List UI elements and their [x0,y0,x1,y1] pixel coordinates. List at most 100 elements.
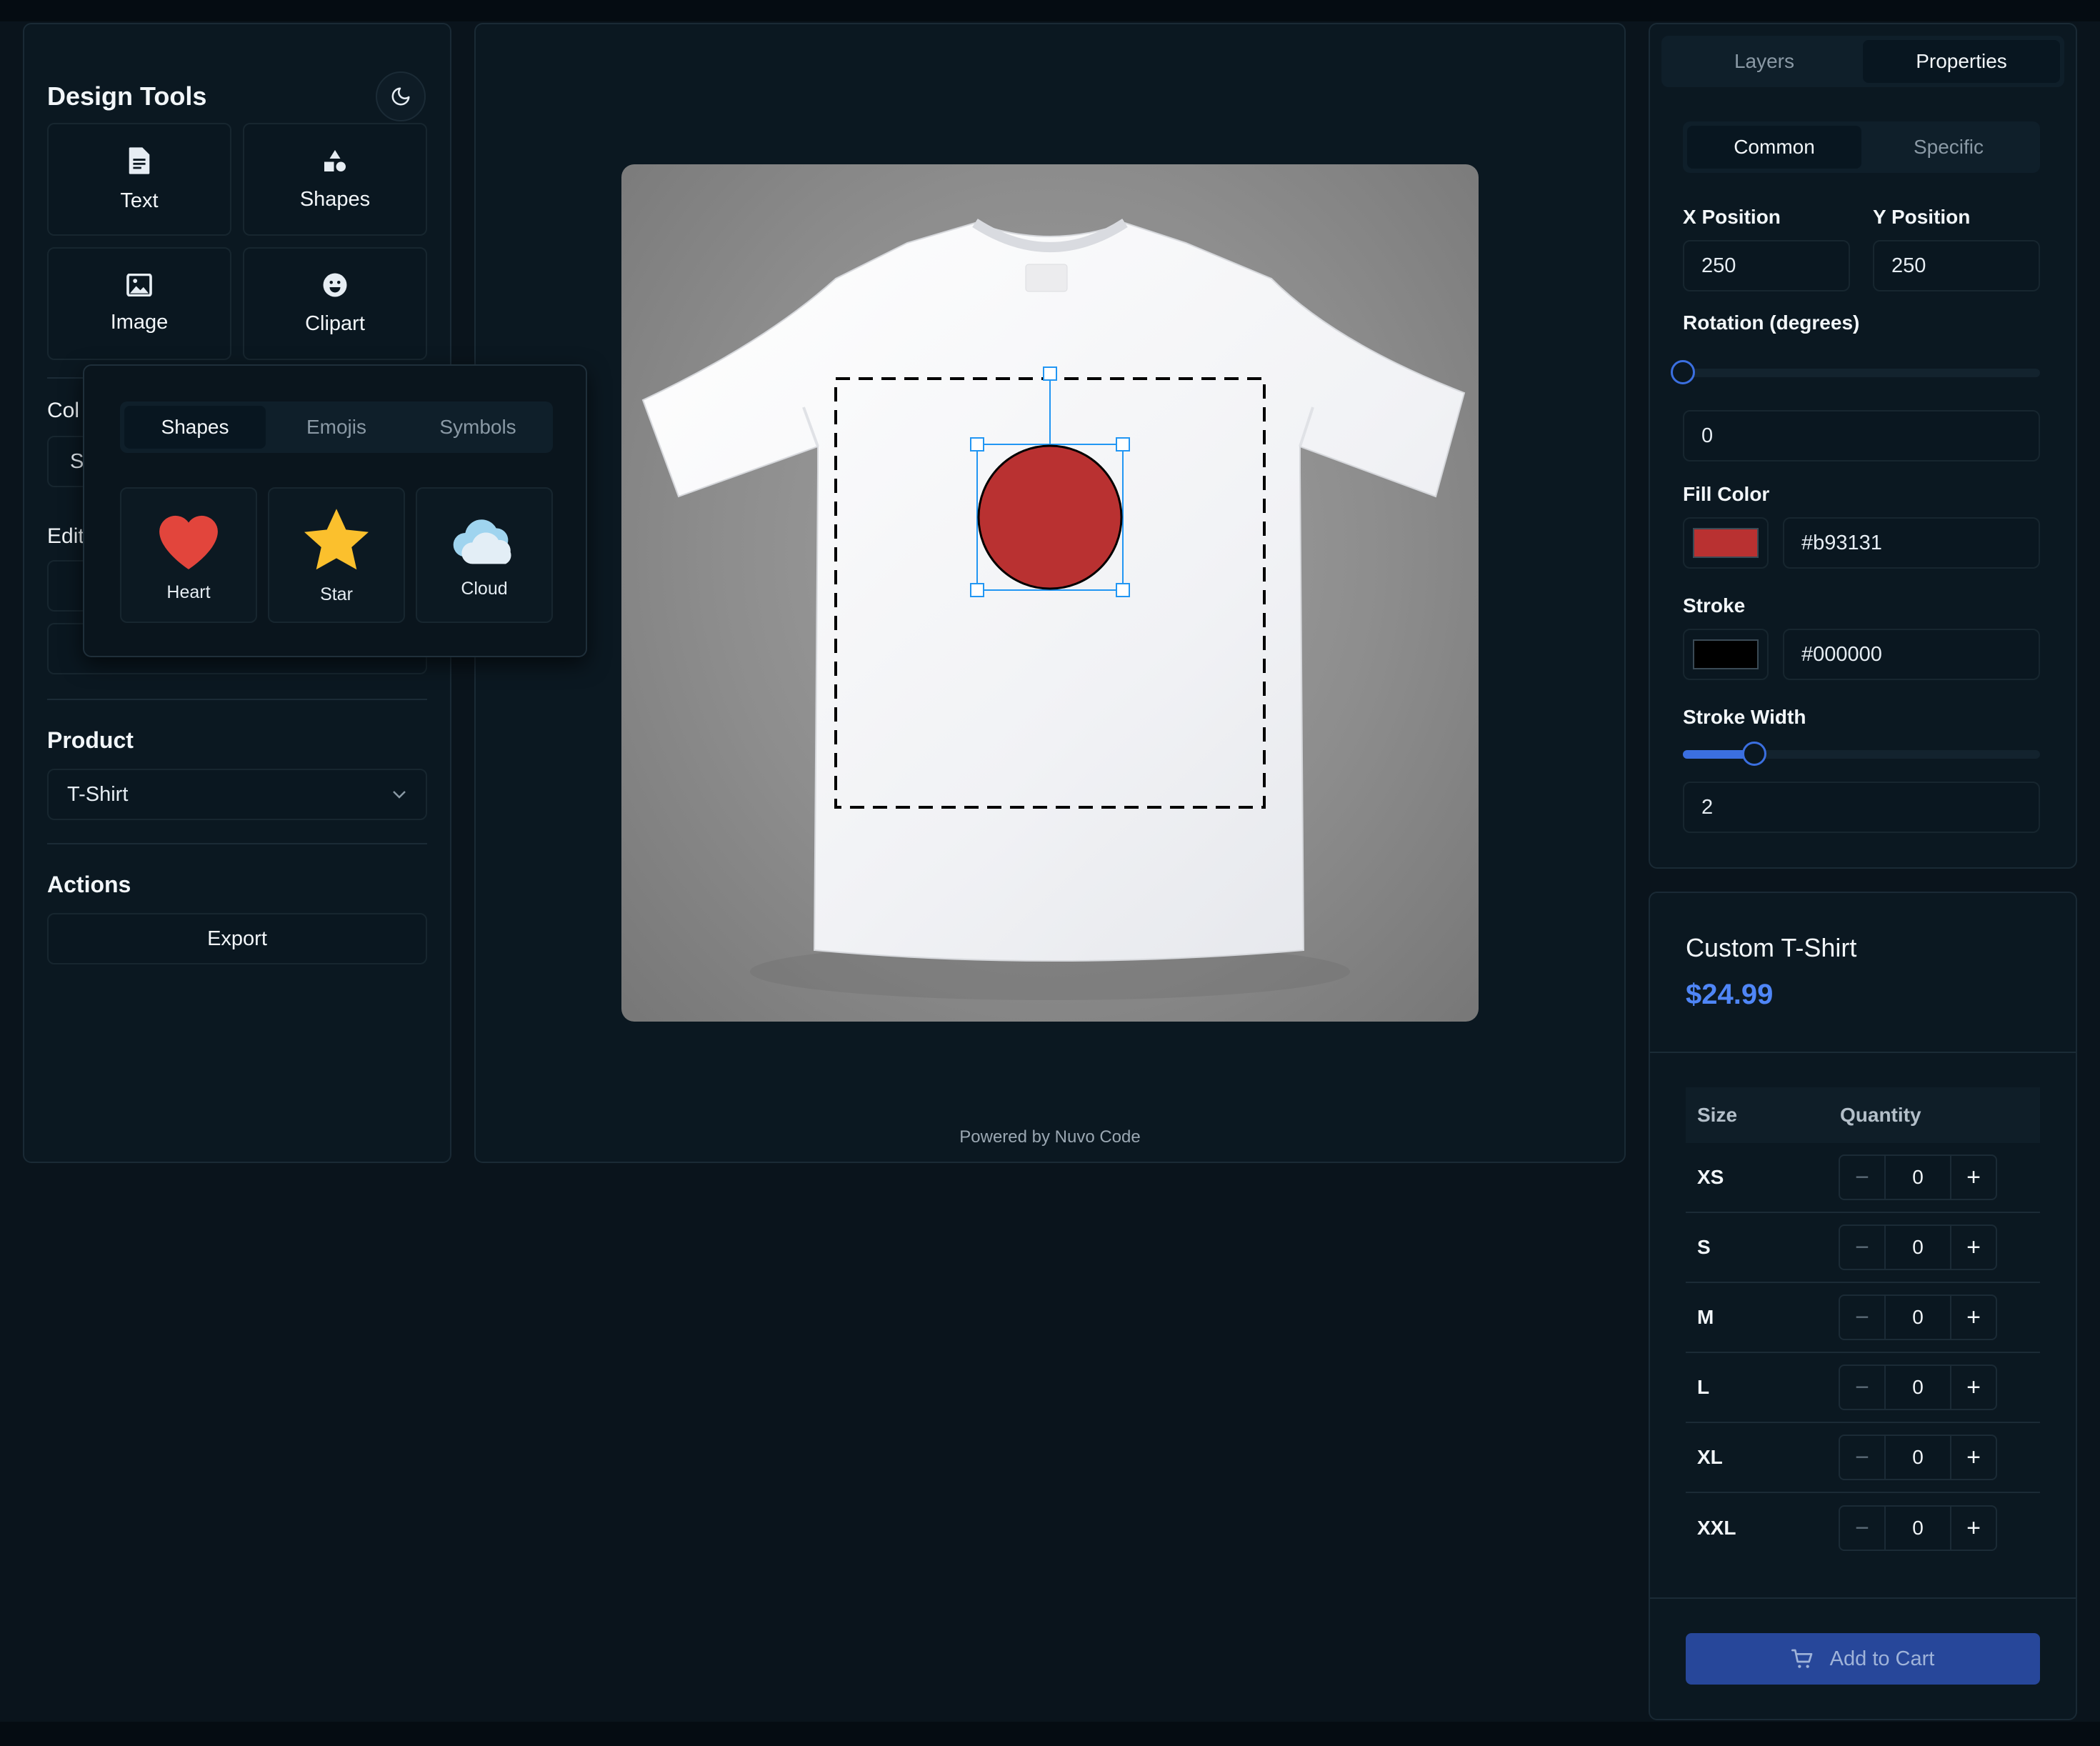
product-price: $24.99 [1686,979,1774,1010]
size-row-xxl: XXL − 0 + [1686,1493,2040,1563]
decrement-button[interactable]: − [1840,1436,1884,1479]
tab-common[interactable]: Common [1687,126,1861,169]
y-position-label: Y Position [1873,206,1971,228]
stroke-color-picker[interactable] [1683,629,1769,680]
divider [47,699,427,700]
stroke-width-label: Stroke Width [1683,706,1806,728]
rotation-slider[interactable] [1671,360,2040,384]
size-column-header: Size [1697,1104,1738,1126]
fill-color-input[interactable]: #b93131 [1783,517,2040,569]
color-label: Col [47,399,80,422]
panel-tabs: Layers Properties [1661,36,2064,87]
product-heading: Product [47,727,134,753]
tshirt-image [641,219,1466,1000]
bottom-bar [0,1722,2100,1746]
stroke-width-slider-thumb[interactable] [1742,742,1766,766]
size-row-xs: XS − 0 + [1686,1143,2040,1213]
divider [1650,1052,2076,1053]
star-icon [304,508,369,569]
x-position-input[interactable]: 250 [1683,240,1850,291]
export-button[interactable]: Export [47,913,427,964]
cloud-icon [453,519,511,564]
shapes-icon [324,149,346,171]
tab-specific[interactable]: Specific [1861,126,2036,169]
tool-text-button[interactable]: Text [47,123,231,236]
tab-emojis[interactable]: Emojis [266,406,407,449]
tool-shapes-button[interactable]: Shapes [243,123,427,236]
moon-icon [391,87,410,106]
stroke-color-swatch [1693,639,1759,669]
image-icon [126,273,152,296]
decrement-button[interactable]: − [1840,1507,1884,1550]
quantity-stepper: − 0 + [1839,1294,1997,1340]
theme-toggle-button[interactable] [376,71,426,121]
size-label: XS [1697,1166,1724,1188]
quantity-value[interactable]: 0 [1884,1436,1951,1479]
tool-image-button[interactable]: Image [47,247,231,360]
tool-image-label: Image [110,310,169,334]
tab-layers[interactable]: Layers [1666,40,1863,83]
increment-button[interactable]: + [1951,1366,1996,1409]
quantity-stepper: − 0 + [1839,1365,1997,1410]
increment-button[interactable]: + [1951,1156,1996,1199]
divider [1650,1597,2076,1599]
add-to-cart-label: Add to Cart [1829,1647,1935,1670]
product-title: Custom T-Shirt [1686,933,1857,962]
tshirt-mockup[interactable] [621,164,1479,1022]
clipart-cloud-label: Cloud [461,578,508,599]
top-bar [0,0,2100,21]
decrement-button[interactable]: − [1840,1296,1884,1339]
increment-button[interactable]: + [1951,1507,1996,1550]
product-select[interactable]: T-Shirt [47,769,427,820]
increment-button[interactable]: + [1951,1296,1996,1339]
increment-button[interactable]: + [1951,1436,1996,1479]
powered-by-text: Powered by Nuvo Code [959,1127,1141,1147]
decrement-button[interactable]: − [1840,1366,1884,1409]
size-table-header: Size Quantity [1686,1087,2040,1143]
clipart-heart-button[interactable]: Heart [120,487,257,623]
tool-clipart-button[interactable]: Clipart [243,247,427,360]
quantity-value[interactable]: 0 [1884,1507,1951,1550]
fill-color-picker[interactable] [1683,517,1769,569]
selected-circle-shape[interactable] [977,444,1123,590]
size-label: S [1697,1236,1711,1258]
chevron-down-icon [393,791,406,799]
clipart-tabs: Shapes Emojis Symbols [120,401,553,453]
quantity-value[interactable]: 0 [1884,1366,1951,1409]
properties-panel: Layers Properties Common Specific X Posi… [1649,23,2077,869]
stroke-color-input[interactable]: #000000 [1783,629,2040,680]
color-select-value: S [70,450,84,473]
clipart-star-button[interactable]: Star [268,487,405,623]
tool-shapes-label: Shapes [299,187,371,211]
rotation-input[interactable]: 0 [1683,410,2040,462]
rotation-label: Rotation (degrees) [1683,311,1860,334]
quantity-value[interactable]: 0 [1884,1226,1951,1269]
size-row-l: L − 0 + [1686,1353,2040,1423]
add-to-cart-button[interactable]: Add to Cart [1686,1633,2040,1685]
tool-clipart-label: Clipart [305,311,365,335]
size-row-xl: XL − 0 + [1686,1423,2040,1493]
quantity-stepper: − 0 + [1839,1505,1997,1551]
decrement-button[interactable]: − [1840,1156,1884,1199]
product-panel: Custom T-Shirt $24.99 Size Quantity XS −… [1649,892,2077,1720]
quantity-value[interactable]: 0 [1884,1296,1951,1339]
quantity-value[interactable]: 0 [1884,1156,1951,1199]
tab-properties[interactable]: Properties [1863,40,2060,83]
increment-button[interactable]: + [1951,1226,1996,1269]
tab-shapes[interactable]: Shapes [124,406,266,449]
design-tools-title: Design Tools [47,81,207,111]
cart-icon [1791,1649,1812,1668]
clipart-cloud-button[interactable]: Cloud [416,487,553,623]
stroke-width-input[interactable]: 2 [1683,782,2040,833]
rotation-slider-thumb[interactable] [1671,360,1695,384]
tab-symbols[interactable]: Symbols [407,406,549,449]
decrement-button[interactable]: − [1840,1226,1884,1269]
y-position-input[interactable]: 250 [1873,240,2040,291]
stroke-width-slider[interactable] [1683,742,2040,766]
stroke-label: Stroke [1683,594,1746,617]
edit-label: Edit [47,524,84,548]
property-subtabs: Common Specific [1683,121,2040,173]
quantity-column-header: Quantity [1840,1104,1921,1126]
size-label: XL [1697,1446,1723,1468]
size-label: XXL [1697,1517,1736,1539]
